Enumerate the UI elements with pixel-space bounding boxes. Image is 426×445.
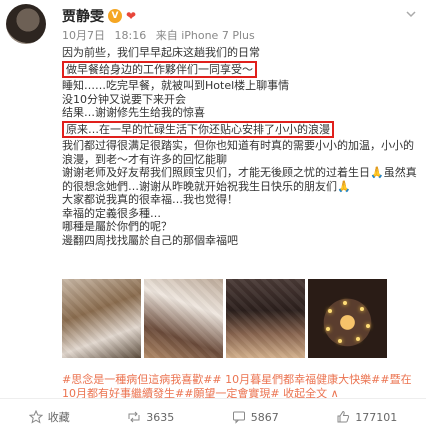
post-line-boxed: 做早餐给身边的工作夥伴们一同享受～ (62, 60, 420, 80)
post-meta: 10月7日 18:16 来自 iPhone 7 Plus (62, 27, 261, 43)
photo-grid (62, 279, 387, 358)
photo-thumbnail[interactable] (308, 279, 387, 358)
highlight-box: 做早餐给身边的工作夥伴们一同享受～ (62, 60, 257, 78)
action-bar: 收藏 3635 5867 177101 (0, 398, 426, 435)
post-line: 睡知……吃完早餐，就被叫到Hotel楼上聊事情 (62, 79, 290, 92)
repost-button[interactable]: 3635 (127, 410, 174, 424)
post-line: 没10分钟又说要下来开会 (62, 92, 186, 106)
comment-icon (232, 411, 245, 424)
post-date: 10月7日 (62, 29, 105, 42)
collect-label: 收藏 (47, 411, 70, 424)
repost-count: 3635 (146, 410, 175, 424)
heart-icon: ❤ (126, 9, 137, 23)
post-time: 18:16 (114, 29, 147, 42)
photo-thumbnail[interactable] (62, 279, 141, 358)
comment-count: 5867 (250, 410, 279, 424)
post-line: 谢谢老师及好友帮我们照顾宝贝们，才能无後顾之忧的过着生日🙏虽然真的很想念她們…谢… (62, 166, 417, 193)
post-line: 哪種是屬於你們的呢？ (62, 220, 172, 233)
post-source[interactable]: 来自 iPhone 7 Plus (156, 29, 255, 42)
post-text: 因为前些，我们早早起床这趟我们的日常 做早餐给身边的工作夥伴们一同享受～ 睡知…… (62, 46, 420, 247)
thumbs-up-icon (337, 410, 350, 423)
chevron-down-icon[interactable] (406, 8, 416, 18)
comment-button[interactable]: 5867 (232, 410, 279, 424)
like-button[interactable]: 177101 (336, 410, 397, 424)
post-line-boxed: 原来…在一早的忙碌生活下你还贴心安排了小小的浪漫 (62, 120, 420, 140)
verified-icon: V (108, 9, 122, 23)
like-count: 177101 (355, 410, 398, 424)
photo-thumbnail[interactable] (226, 279, 305, 358)
user-name-row[interactable]: 贾静雯 V ❤ (62, 6, 136, 26)
hashtags[interactable]: #思念是一種病但這病我喜歡## 10月暮星們都幸福健康大快樂##暨在10月都有好… (62, 373, 412, 400)
post-line: 因为前些，我们早早起床这趟我们的日常 (62, 46, 260, 59)
post-line: 我们都过得很满足很踏实，但你也知道有时真的需要小小的加温，小小的浪漫，到老～才有… (62, 139, 414, 166)
post-line: 幸福的定義很多種… (62, 206, 161, 220)
repost-icon (128, 411, 140, 423)
post-line: 大家都说我真的很幸福…我也觉得！ (62, 193, 238, 206)
highlight-box: 原来…在一早的忙碌生活下你还贴心安排了小小的浪漫 (62, 120, 334, 138)
photo-thumbnail[interactable] (144, 279, 223, 358)
user-name[interactable]: 贾静雯 (62, 6, 104, 26)
avatar[interactable] (6, 4, 46, 44)
post-line: 邊翻四周找找屬於自己的那個幸福吧 (62, 233, 238, 247)
star-icon (28, 410, 43, 424)
collect-button[interactable]: 收藏 (28, 409, 70, 425)
hashtag-line[interactable]: #思念是一種病但這病我喜歡## 10月暮星們都幸福健康大快樂##暨在10月都有好… (62, 373, 422, 401)
post-line: 结果…谢谢修先生给我的惊喜 (62, 106, 205, 119)
weibo-post: 贾静雯 V ❤ 10月7日 18:16 来自 iPhone 7 Plus 因为前… (0, 0, 426, 445)
